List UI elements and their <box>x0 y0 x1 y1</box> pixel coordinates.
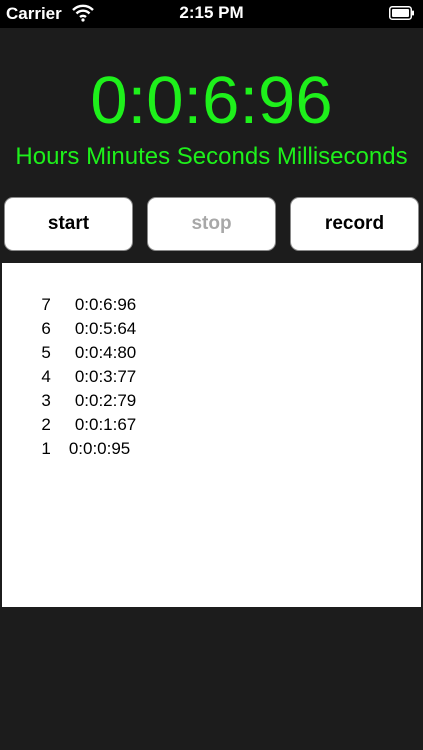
status-time: 2:15 PM <box>179 3 244 22</box>
list-item: 3 0:0:2:79 <box>13 371 136 410</box>
timer-display: 0:0:6:96 <box>90 63 333 138</box>
timer-units-label: Hours Minutes Seconds Milliseconds <box>15 143 408 170</box>
list-item: 7 0:0:6:96 <box>13 275 136 314</box>
list-item: 4 0:0:3:77 <box>13 347 136 386</box>
battery-icon <box>389 6 415 20</box>
stopwatch-screen: 0:0:6:96 Hours Minutes Seconds Milliseco… <box>0 28 423 750</box>
record-button[interactable]: record <box>290 197 419 251</box>
list-item: 1 0:0:0:95 <box>13 419 130 458</box>
lap-number: 1 <box>41 439 51 458</box>
status-bar: Carrier 2:15 PM <box>0 0 423 28</box>
list-item: 5 0:0:4:80 <box>13 323 136 362</box>
lap-list[interactable]: 7 0:0:6:96 6 0:0:5:64 5 0:0:4:80 4 0:0:3:77 … <box>2 263 421 607</box>
start-button[interactable]: start <box>4 197 133 251</box>
list-item: 2 0:0:1:67 <box>13 395 136 434</box>
stop-button[interactable]: stop <box>147 197 276 251</box>
lap-time: 0:0:0:95 <box>68 439 131 458</box>
list-item: 6 0:0:5:64 <box>13 299 136 338</box>
